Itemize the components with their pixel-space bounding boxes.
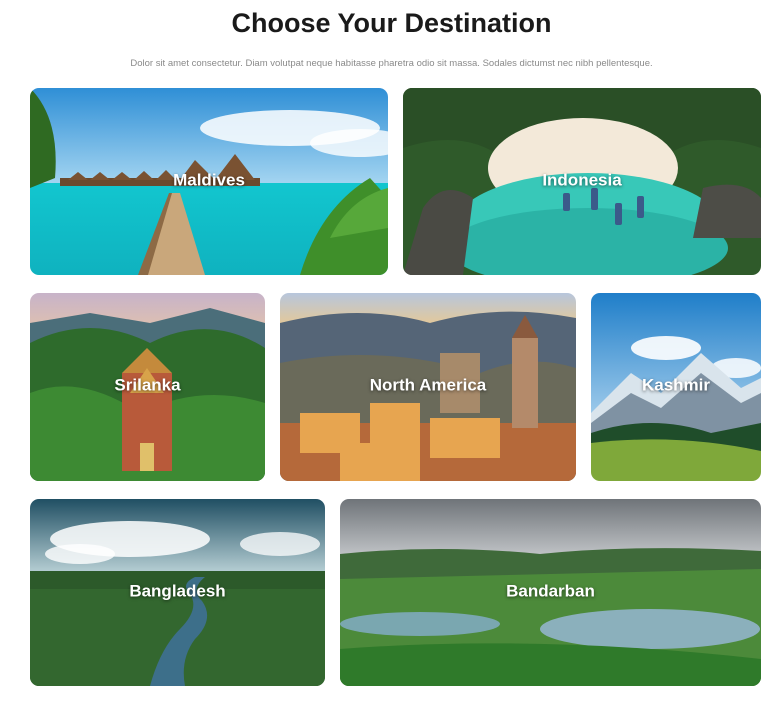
destination-card-indonesia[interactable]: Indonesia xyxy=(403,88,761,275)
destination-card-bangladesh[interactable]: Bangladesh xyxy=(30,499,325,686)
destination-card-kashmir[interactable]: Kashmir xyxy=(591,293,761,481)
destination-label: Indonesia xyxy=(542,169,622,189)
destination-card-bandarban[interactable]: Bandarban xyxy=(340,499,761,686)
destination-label: North America xyxy=(369,375,487,395)
destination-label: Kashmir xyxy=(641,375,711,395)
destination-card-maldives[interactable]: Maldives xyxy=(30,88,388,275)
destination-label: Bandarban xyxy=(506,580,595,600)
page-subtitle: Dolor sit amet consectetur. Diam volutpa… xyxy=(130,58,653,69)
destination-label: Srilanka xyxy=(114,375,181,395)
destination-label: Maldives xyxy=(173,169,245,189)
destination-card-north-america[interactable]: North America xyxy=(280,293,576,481)
destination-card-srilanka[interactable]: Srilanka xyxy=(30,293,265,481)
destination-label: Bangladesh xyxy=(129,580,226,600)
page-title: Choose Your Destination xyxy=(231,8,552,38)
